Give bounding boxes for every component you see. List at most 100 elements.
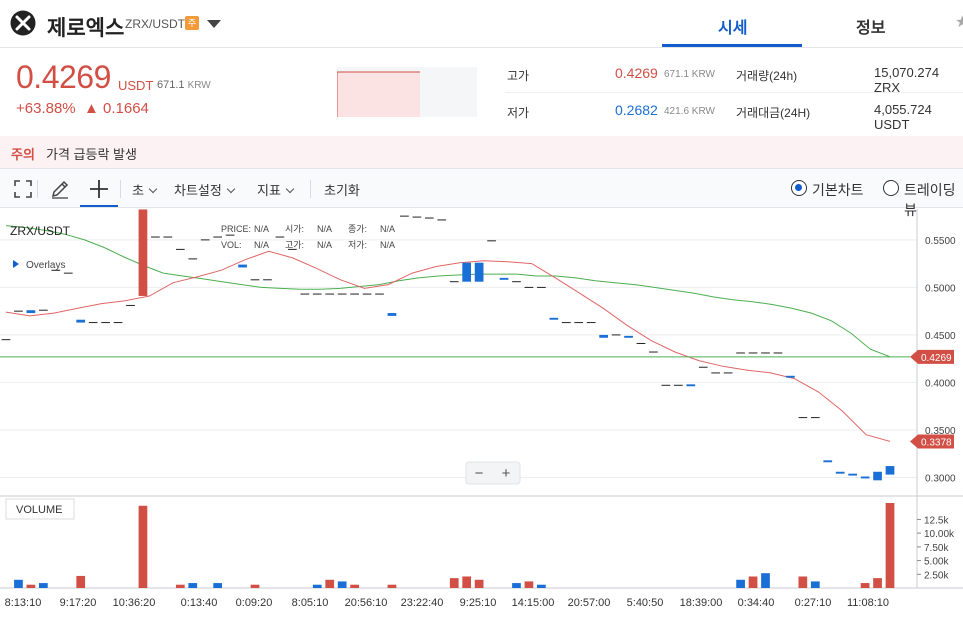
- candle: [823, 460, 833, 463]
- x-tick-label: 0:27:10: [795, 597, 832, 609]
- price-krw-unit: KRW: [187, 80, 211, 91]
- candle: [474, 262, 484, 282]
- candle: [387, 313, 397, 316]
- volume-bar: [537, 584, 546, 588]
- candle: [138, 209, 148, 296]
- active-tab-indicator: [662, 44, 802, 47]
- pencil-draw-icon[interactable]: [49, 178, 71, 200]
- price-krw-value: 671.1: [157, 79, 185, 91]
- volume-title: VOLUME: [16, 504, 62, 516]
- x-tick-label: 23:22:40: [401, 597, 444, 609]
- x-tick-label: 5:40:50: [627, 597, 664, 609]
- zrx-logo-icon: [10, 10, 36, 36]
- mini-price-chart: [337, 67, 477, 117]
- x-tick-label: 20:57:00: [568, 597, 611, 609]
- price-chart[interactable]: 0.5500 0.5000 0.4500 0.4000 0.3500 0.3000 0.42…: [0, 209, 963, 619]
- low-krw: 421.6 KRW: [664, 106, 715, 117]
- volume-bar: [337, 581, 347, 588]
- candle: [885, 466, 895, 475]
- volume-bar: [798, 576, 808, 588]
- y-tick-label: 0.4500: [925, 331, 956, 342]
- price-unit: USDT: [118, 78, 154, 93]
- fullscreen-icon[interactable]: [12, 178, 34, 200]
- volume-bar: [325, 579, 335, 588]
- volume-tick-label: 2.50k: [924, 570, 949, 581]
- basic-chart-radio[interactable]: [791, 180, 807, 196]
- chart-settings-label: 차트설정: [174, 183, 222, 198]
- legend-text: N/A: [254, 224, 269, 234]
- legend-text: 저가:: [348, 240, 367, 250]
- volume-bar: [14, 579, 23, 588]
- chart-toolbar: 초 차트설정 지표 초기화 기본차트 트레이딩뷰: [0, 168, 963, 218]
- current-price: 0.4269: [16, 59, 111, 95]
- volume-bar: [250, 584, 260, 588]
- candle: [873, 471, 882, 481]
- x-tick-label: 0:34:40: [738, 597, 775, 609]
- tab-market-price[interactable]: 시세: [718, 14, 747, 38]
- zoom-in-button[interactable]: +: [502, 465, 511, 482]
- volume-bar: [26, 584, 36, 588]
- candle: [624, 335, 633, 338]
- price-krw: 671.1 KRW: [157, 79, 211, 91]
- change-percent: +63.88%: [16, 100, 76, 117]
- candle: [860, 476, 870, 479]
- legend-text: N/A: [254, 240, 269, 250]
- indicators-label: 지표: [257, 183, 281, 198]
- x-tick-label: 10:36:20: [113, 597, 156, 609]
- x-tick-label: 0:13:40: [181, 597, 218, 609]
- volume-bar: [474, 579, 484, 588]
- volume-bar: [175, 584, 185, 588]
- legend-text: 종가:: [348, 224, 367, 234]
- volume-bar: [449, 578, 459, 588]
- reset-button[interactable]: 초기화: [324, 180, 360, 199]
- volume-bar: [188, 583, 198, 588]
- tradingview-radio[interactable]: [883, 180, 899, 196]
- x-tick-label: 14:15:00: [512, 597, 555, 609]
- volume-bar: [312, 584, 322, 588]
- warning-text: 가격 급등락 발생: [46, 147, 137, 162]
- trade-amount-label: 거래대금(24H): [736, 106, 811, 120]
- chevron-down-icon: [285, 184, 295, 194]
- volume-bar: [350, 584, 359, 588]
- tab-info[interactable]: 정보: [856, 14, 885, 38]
- candle: [835, 471, 845, 474]
- coin-name: 제로엑스: [47, 17, 125, 40]
- basic-chart-label[interactable]: 기본차트: [812, 180, 864, 200]
- y-tick-label: 0.5500: [925, 236, 956, 247]
- volume-bar: [748, 576, 758, 588]
- volume-bar: [387, 584, 397, 588]
- warning-banner: 주의 가격 급등락 발생: [0, 136, 963, 168]
- coin-dropdown-icon[interactable]: [207, 20, 221, 28]
- y-tick-label: 0.5000: [925, 283, 956, 294]
- overlays-toggle-icon: [13, 260, 19, 268]
- chart-settings-menu[interactable]: 차트설정: [174, 180, 236, 199]
- favorite-star-icon[interactable]: ★: [955, 12, 963, 32]
- x-tick-label: 18:39:00: [680, 597, 723, 609]
- chevron-down-icon: [148, 184, 158, 194]
- crosshair-icon[interactable]: [88, 178, 110, 200]
- y-tick-label: 0.3000: [925, 473, 956, 484]
- high-krw: 671.1 KRW: [664, 69, 715, 80]
- y-tick-label: 0.4000: [925, 378, 956, 389]
- legend-text: 고가:: [285, 240, 304, 250]
- x-tick-label: 11:08:10: [847, 597, 889, 609]
- candle: [238, 264, 247, 268]
- legend-text: N/A: [380, 224, 395, 234]
- volume-bar: [810, 581, 820, 588]
- indicators-menu[interactable]: 지표: [257, 180, 295, 199]
- warning-badge: 주: [185, 16, 199, 30]
- candlestick-chart-svg[interactable]: 0.55000.50000.45000.40000.35000.30000.42…: [0, 209, 963, 619]
- volume-bar: [512, 583, 521, 588]
- zoom-out-button[interactable]: −: [475, 465, 484, 482]
- trade-amount-value: 4,055.724 USDT: [874, 102, 932, 132]
- low-value: 0.2682: [615, 102, 658, 118]
- legend-text: N/A: [317, 240, 332, 250]
- candle: [599, 334, 608, 338]
- volume-tick-label: 12.5k: [924, 515, 949, 526]
- change-amount: ▲ 0.1664: [84, 100, 149, 117]
- last-price-tag: 0.4269: [921, 353, 952, 364]
- interval-select[interactable]: 초: [132, 180, 158, 199]
- volume-tick-label: 10.00k: [924, 529, 955, 540]
- volume-bar: [885, 503, 895, 588]
- toolbar-separator: [37, 180, 38, 198]
